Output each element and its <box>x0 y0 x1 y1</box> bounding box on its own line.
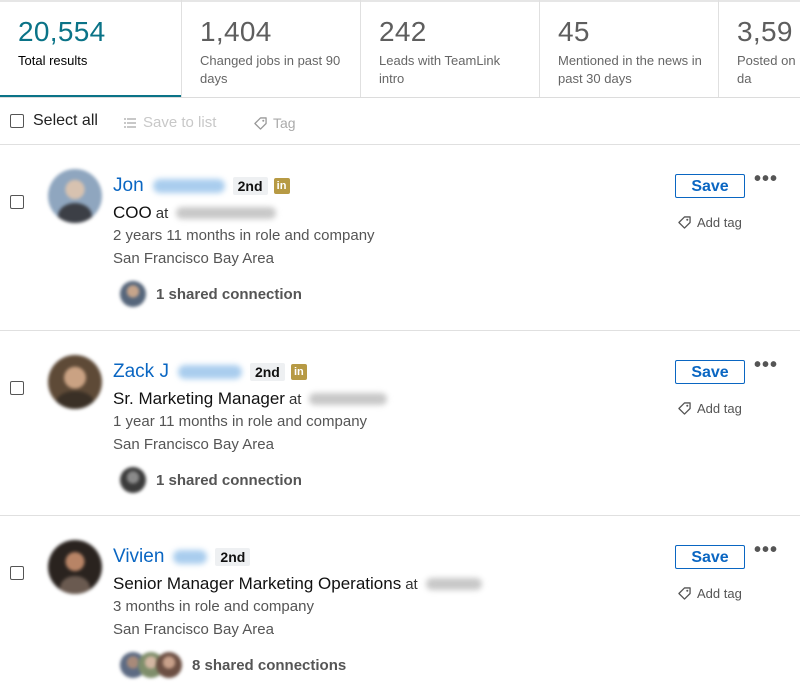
more-options-button[interactable]: ••• <box>754 169 778 189</box>
redacted-last-name <box>152 179 225 193</box>
lead-title-line: Senior Manager Marketing Operations at <box>113 574 482 594</box>
lead-title: Senior Manager Marketing Operations <box>113 574 402 593</box>
shared-connections-link[interactable]: 8 shared connections <box>120 652 346 678</box>
stats-tabs: 20,554 Total results 1,404 Changed jobs … <box>0 0 800 98</box>
save-button[interactable]: Save <box>675 174 745 198</box>
shared-connections-link[interactable]: 1 shared connection <box>120 467 302 493</box>
lead-row: Jon 2nd in COO at 2 years 11 months in r… <box>0 145 800 331</box>
lead-name-line: Vivien 2nd <box>113 546 251 568</box>
connection-avatar <box>156 652 182 678</box>
lead-name[interactable]: Zack J <box>113 361 169 383</box>
tab-count: 45 <box>558 16 590 47</box>
lead-name[interactable]: Vivien <box>113 546 164 568</box>
lead-name[interactable]: Jon <box>113 175 144 197</box>
redacted-last-name <box>177 365 242 379</box>
lead-checkbox[interactable] <box>10 195 24 209</box>
at-label: at <box>288 390 302 408</box>
connection-avatar <box>120 467 146 493</box>
lead-checkbox[interactable] <box>10 566 24 580</box>
save-button[interactable]: Save <box>675 360 745 384</box>
tab-count: 242 <box>379 16 427 47</box>
bulk-action-bar: Select all Save to list Tag <box>0 99 800 145</box>
connection-avatar <box>120 281 146 307</box>
add-tag-label: Add tag <box>697 401 742 416</box>
redacted-company[interactable] <box>309 393 388 405</box>
lead-title-line: Sr. Marketing Manager at <box>113 389 388 409</box>
lead-title: COO <box>113 203 152 222</box>
tab-teamlink-intro[interactable]: 242 Leads with TeamLink intro <box>361 0 540 97</box>
select-all-checkbox[interactable] <box>10 114 24 128</box>
tab-label: Changed jobs in past 90 days <box>200 53 341 86</box>
add-tag-label: Add tag <box>697 215 742 230</box>
lead-location: San Francisco Bay Area <box>113 250 274 267</box>
shared-connections-label: 8 shared connections <box>192 656 347 674</box>
tab-count: 3,59 <box>737 16 793 47</box>
add-tag-button[interactable]: Add tag <box>678 215 742 230</box>
tag-icon <box>678 216 691 229</box>
lead-location: San Francisco Bay Area <box>113 621 274 638</box>
add-tag-button[interactable]: Add tag <box>678 586 742 601</box>
shared-connections-label: 1 shared connection <box>156 471 302 489</box>
save-button[interactable]: Save <box>675 545 745 569</box>
tab-total-results[interactable]: 20,554 Total results <box>0 0 182 97</box>
save-to-list-label: Save to list <box>143 114 217 131</box>
linkedin-icon: in <box>273 178 290 194</box>
redacted-company[interactable] <box>425 578 482 590</box>
avatar[interactable] <box>48 540 102 594</box>
connection-degree-badge: 2nd <box>215 548 251 566</box>
tab-count: 1,404 <box>200 16 272 47</box>
tag-icon <box>254 116 267 130</box>
lead-tenure: 2 years 11 months in role and company <box>113 227 375 244</box>
lead-row: Zack J 2nd in Sr. Marketing Manager at 1… <box>0 331 800 516</box>
tab-count: 20,554 <box>18 16 106 47</box>
lead-tenure: 1 year 11 months in role and company <box>113 413 368 430</box>
lead-name-line: Jon 2nd in <box>113 175 290 197</box>
list-icon <box>124 117 136 128</box>
select-all-label[interactable]: Select all <box>33 112 98 130</box>
redacted-last-name <box>173 550 208 564</box>
at-label: at <box>155 204 169 222</box>
tag-button[interactable]: Tag <box>254 115 296 131</box>
tag-label: Tag <box>273 115 296 131</box>
lead-tenure: 3 months in role and company <box>113 598 314 615</box>
connection-degree-badge: 2nd <box>249 363 285 381</box>
lead-location: San Francisco Bay Area <box>113 436 274 453</box>
shared-connections-link[interactable]: 1 shared connection <box>120 281 302 307</box>
shared-connections-label: 1 shared connection <box>156 285 302 303</box>
add-tag-label: Add tag <box>697 586 742 601</box>
tab-label: Mentioned in the news in past 30 days <box>558 53 702 86</box>
lead-title-line: COO at <box>113 203 277 223</box>
tag-icon <box>678 402 691 415</box>
tab-mentioned-in-news[interactable]: 45 Mentioned in the news in past 30 days <box>540 0 719 97</box>
tab-changed-jobs[interactable]: 1,404 Changed jobs in past 90 days <box>182 0 361 97</box>
lead-checkbox[interactable] <box>10 381 24 395</box>
at-label: at <box>405 575 418 593</box>
lead-row: Vivien 2nd Senior Manager Marketing Oper… <box>0 516 800 699</box>
lead-title: Sr. Marketing Manager <box>113 389 285 408</box>
redacted-company[interactable] <box>176 207 277 219</box>
save-to-list-button[interactable]: Save to list <box>124 114 216 131</box>
connection-degree-badge: 2nd <box>232 177 268 195</box>
add-tag-button[interactable]: Add tag <box>678 401 742 416</box>
avatar[interactable] <box>48 355 102 409</box>
tab-posted-recently[interactable]: 3,59 Posted on past 30 da <box>719 0 800 97</box>
lead-name-line: Zack J 2nd in <box>113 361 307 383</box>
linkedin-icon: in <box>290 364 307 380</box>
tab-label: Total results <box>18 53 88 68</box>
tab-label: Posted on past 30 da <box>737 53 800 86</box>
more-options-button[interactable]: ••• <box>754 355 778 375</box>
tag-icon <box>678 587 691 600</box>
tab-label: Leads with TeamLink intro <box>379 53 501 86</box>
avatar[interactable] <box>48 169 102 223</box>
more-options-button[interactable]: ••• <box>754 540 778 560</box>
